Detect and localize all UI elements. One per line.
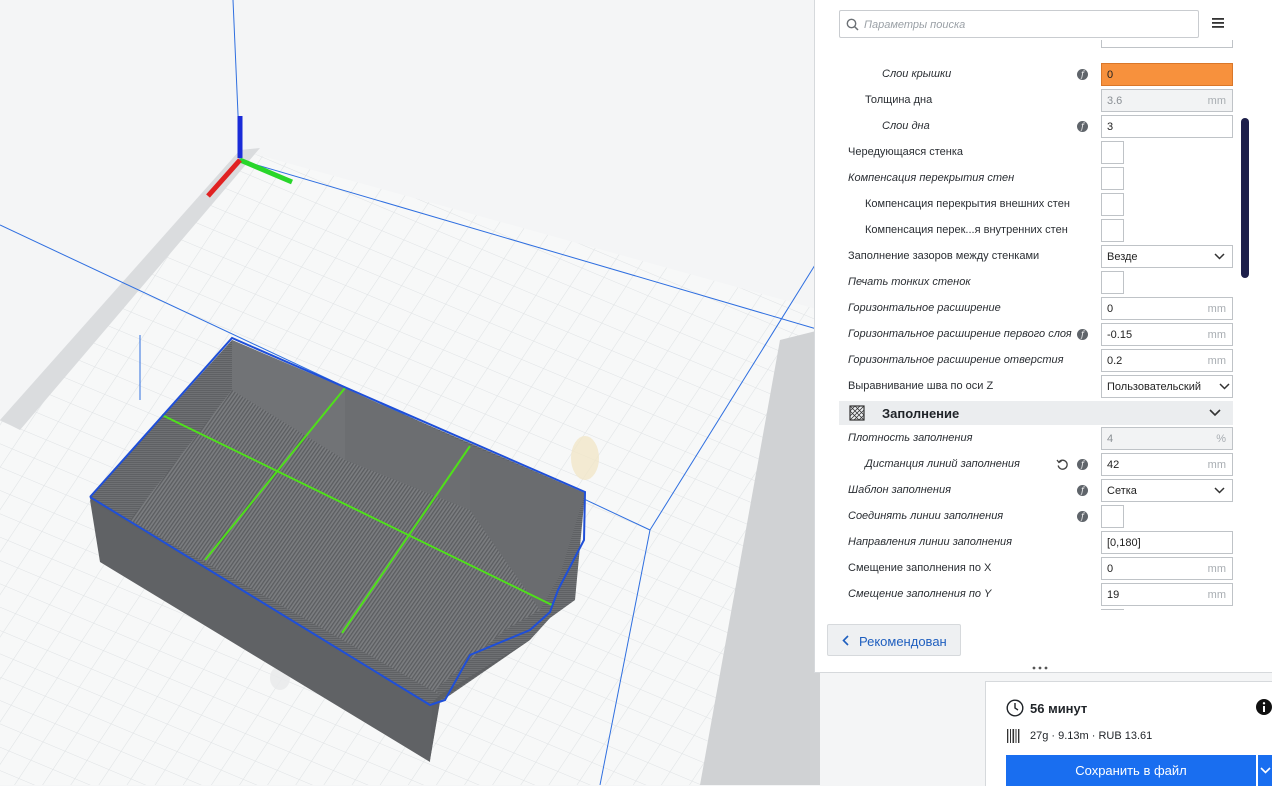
- setting-label: Соединять линии заполнения: [848, 510, 1004, 522]
- top-layers-field[interactable]: 0: [1101, 63, 1233, 86]
- setting-label: Плотность заполнения: [848, 432, 973, 444]
- chevron-down-icon: [1260, 767, 1271, 774]
- setting-row-top-layers: Слои крышки f 0: [815, 62, 1245, 88]
- setting-label: Толщина дна: [865, 94, 933, 106]
- fill-gaps-select[interactable]: Везде: [1101, 245, 1233, 268]
- setting-row-horizontal-expansion: Горизонтальное расширение 0 mm: [815, 296, 1245, 322]
- setting-label: Чередующаяся стенка: [848, 146, 964, 158]
- category-infill-header[interactable]: Заполнение: [839, 401, 1233, 425]
- setting-label: Слои крышки: [882, 68, 952, 80]
- search-input[interactable]: [862, 14, 1196, 36]
- setting-label: Горизонтальное расширение отверстия: [848, 354, 1064, 366]
- save-label: Сохранить в файл: [1075, 763, 1187, 778]
- setting-row-clipped: [815, 40, 1245, 60]
- setting-row-initial-layer-expansion: Горизонтальное расширение первого слоя f…: [815, 322, 1245, 348]
- function-icon[interactable]: f: [1077, 485, 1088, 496]
- setting-label: Направления линии заполнения: [848, 536, 1013, 548]
- setting-label: Компенсация перекрытия стен: [848, 172, 1015, 184]
- setting-row-infill-density: Плотность заполнения 4%: [815, 426, 1245, 452]
- function-icon[interactable]: f: [1077, 121, 1088, 132]
- initial-layer-expansion-field[interactable]: -0.15 mm: [1101, 323, 1233, 346]
- infill-pattern-select[interactable]: Сетка: [1101, 479, 1233, 502]
- wall-overlap-checkbox[interactable]: [1101, 167, 1124, 190]
- info-icon[interactable]: [1256, 699, 1272, 715]
- infill-density-field[interactable]: 4%: [1101, 427, 1233, 450]
- clipped-checkbox[interactable]: [1101, 609, 1124, 610]
- setting-label: Смещение заполнения по Y: [848, 588, 992, 600]
- chevron-down-icon: [1209, 409, 1221, 417]
- setting-label: Слои дна: [882, 120, 930, 132]
- function-icon[interactable]: f: [1077, 69, 1088, 80]
- chevron-left-icon: [842, 635, 849, 646]
- setting-row-alternate-wall: Чередующаяся стенка: [815, 140, 1245, 166]
- print-time: 56 минут: [1030, 701, 1088, 716]
- setting-row-infill-x-offset: Смещение заполнения по X 0 mm: [815, 556, 1245, 582]
- clock-icon: [1006, 699, 1024, 717]
- drag-handle-icon[interactable]: [1031, 665, 1049, 671]
- print-estimate-panel: 56 минут 27g · 9.13m · RUB 13.61 Сохрани…: [985, 681, 1272, 786]
- setting-label: Компенсация перекрытия внешних стен: [865, 198, 1070, 210]
- setting-clipped-field[interactable]: [1101, 40, 1233, 48]
- infill-line-distance-field[interactable]: 42 mm: [1101, 453, 1233, 476]
- setting-row-infill-line-distance: Дистанция линий заполнения f 42 mm: [815, 452, 1245, 478]
- function-icon[interactable]: f: [1077, 511, 1088, 522]
- setting-row-infill-directions: Направления линии заполнения [0,180]: [815, 530, 1245, 556]
- setting-row-bottom-thickness: Толщина дна 3.6 mm: [815, 88, 1245, 114]
- search-box: [839, 10, 1199, 38]
- setting-label: Смещение заполнения по X: [848, 562, 992, 574]
- category-title: Заполнение: [882, 406, 960, 421]
- chevron-down-icon: [1219, 383, 1230, 390]
- save-to-file-button[interactable]: Сохранить в файл: [1006, 755, 1256, 786]
- hamburger-menu-icon[interactable]: [1211, 16, 1225, 30]
- setting-row-fill-gaps: Заполнение зазоров между стенками Везде: [815, 244, 1245, 270]
- setting-label: Заполнение зазоров между стенками: [848, 250, 1040, 262]
- setting-row-z-seam: Выравнивание шва по оси Z Пользовательск…: [815, 374, 1245, 400]
- save-options-dropdown[interactable]: [1258, 755, 1272, 786]
- setting-row-inner-wall-overlap: Компенсация перек...я внутренних стен: [815, 218, 1245, 244]
- z-seam-select[interactable]: Пользовательский: [1101, 375, 1233, 398]
- setting-row-hole-expansion: Горизонтальное расширение отверстия 0.2 m…: [815, 348, 1245, 374]
- material-estimate: 27g · 9.13m · RUB 13.61: [1030, 730, 1153, 742]
- spool-icon: [1007, 729, 1020, 743]
- settings-list: Слои крышки f 0 Толщина дна 3.6 mm Слои д…: [815, 40, 1272, 610]
- setting-row-connect-infill: Соединять линии заполнения f: [815, 504, 1245, 530]
- connect-infill-checkbox[interactable]: [1101, 505, 1124, 528]
- infill-x-offset-field[interactable]: 0 mm: [1101, 557, 1233, 580]
- print-settings-panel: Слои крышки f 0 Толщина дна 3.6mm Слои д…: [814, 0, 1272, 673]
- setting-row-outer-wall-overlap: Компенсация перекрытия внешних стен: [815, 192, 1245, 218]
- infill-icon: [849, 405, 865, 421]
- alternate-wall-checkbox[interactable]: [1101, 141, 1124, 164]
- inner-wall-overlap-checkbox[interactable]: [1101, 219, 1124, 242]
- setting-label: Компенсация перек...я внутренних стен: [865, 224, 1068, 236]
- outer-wall-overlap-checkbox[interactable]: [1101, 193, 1124, 216]
- bottom-layers-field[interactable]: 3: [1101, 115, 1233, 138]
- chevron-down-icon: [1214, 487, 1225, 494]
- recommended-button[interactable]: Рекомендован: [827, 624, 961, 656]
- setting-row-infill-y-offset: Смещение заполнения по Y 19 mm: [815, 582, 1245, 608]
- setting-label: Выравнивание шва по оси Z: [848, 380, 994, 392]
- setting-label: Горизонтальное расширение первого слоя: [848, 328, 1072, 340]
- setting-row-wall-overlap: Компенсация перекрытия стен: [815, 166, 1245, 192]
- setting-label: Горизонтальное расширение: [848, 302, 1001, 314]
- setting-row-thin-walls: Печать тонких стенок: [815, 270, 1245, 296]
- infill-directions-field[interactable]: [0,180]: [1101, 531, 1233, 554]
- setting-label: Дистанция линий заполнения: [865, 458, 1020, 470]
- settings-scrollbar[interactable]: [1241, 118, 1249, 278]
- setting-label: Шаблон заполнения: [848, 484, 951, 496]
- function-icon[interactable]: f: [1077, 329, 1088, 340]
- hole-expansion-field[interactable]: 0.2 mm: [1101, 349, 1233, 372]
- setting-label: Печать тонких стенок: [848, 276, 971, 288]
- setting-row-clipped-bottom: [815, 608, 1245, 610]
- setting-row-bottom-layers: Слои дна f 3: [815, 114, 1245, 140]
- bottom-thickness-field[interactable]: 3.6 mm: [1101, 89, 1233, 112]
- search-icon: [846, 18, 859, 31]
- function-icon[interactable]: f: [1077, 459, 1088, 470]
- recommended-label: Рекомендован: [859, 634, 947, 649]
- infill-y-offset-field[interactable]: 19 mm: [1101, 583, 1233, 606]
- chevron-down-icon: [1214, 253, 1225, 260]
- reset-icon[interactable]: [1056, 458, 1069, 471]
- horizontal-expansion-field[interactable]: 0 mm: [1101, 297, 1233, 320]
- thin-walls-checkbox[interactable]: [1101, 271, 1124, 294]
- setting-row-infill-pattern: Шаблон заполнения f Сетка: [815, 478, 1245, 504]
